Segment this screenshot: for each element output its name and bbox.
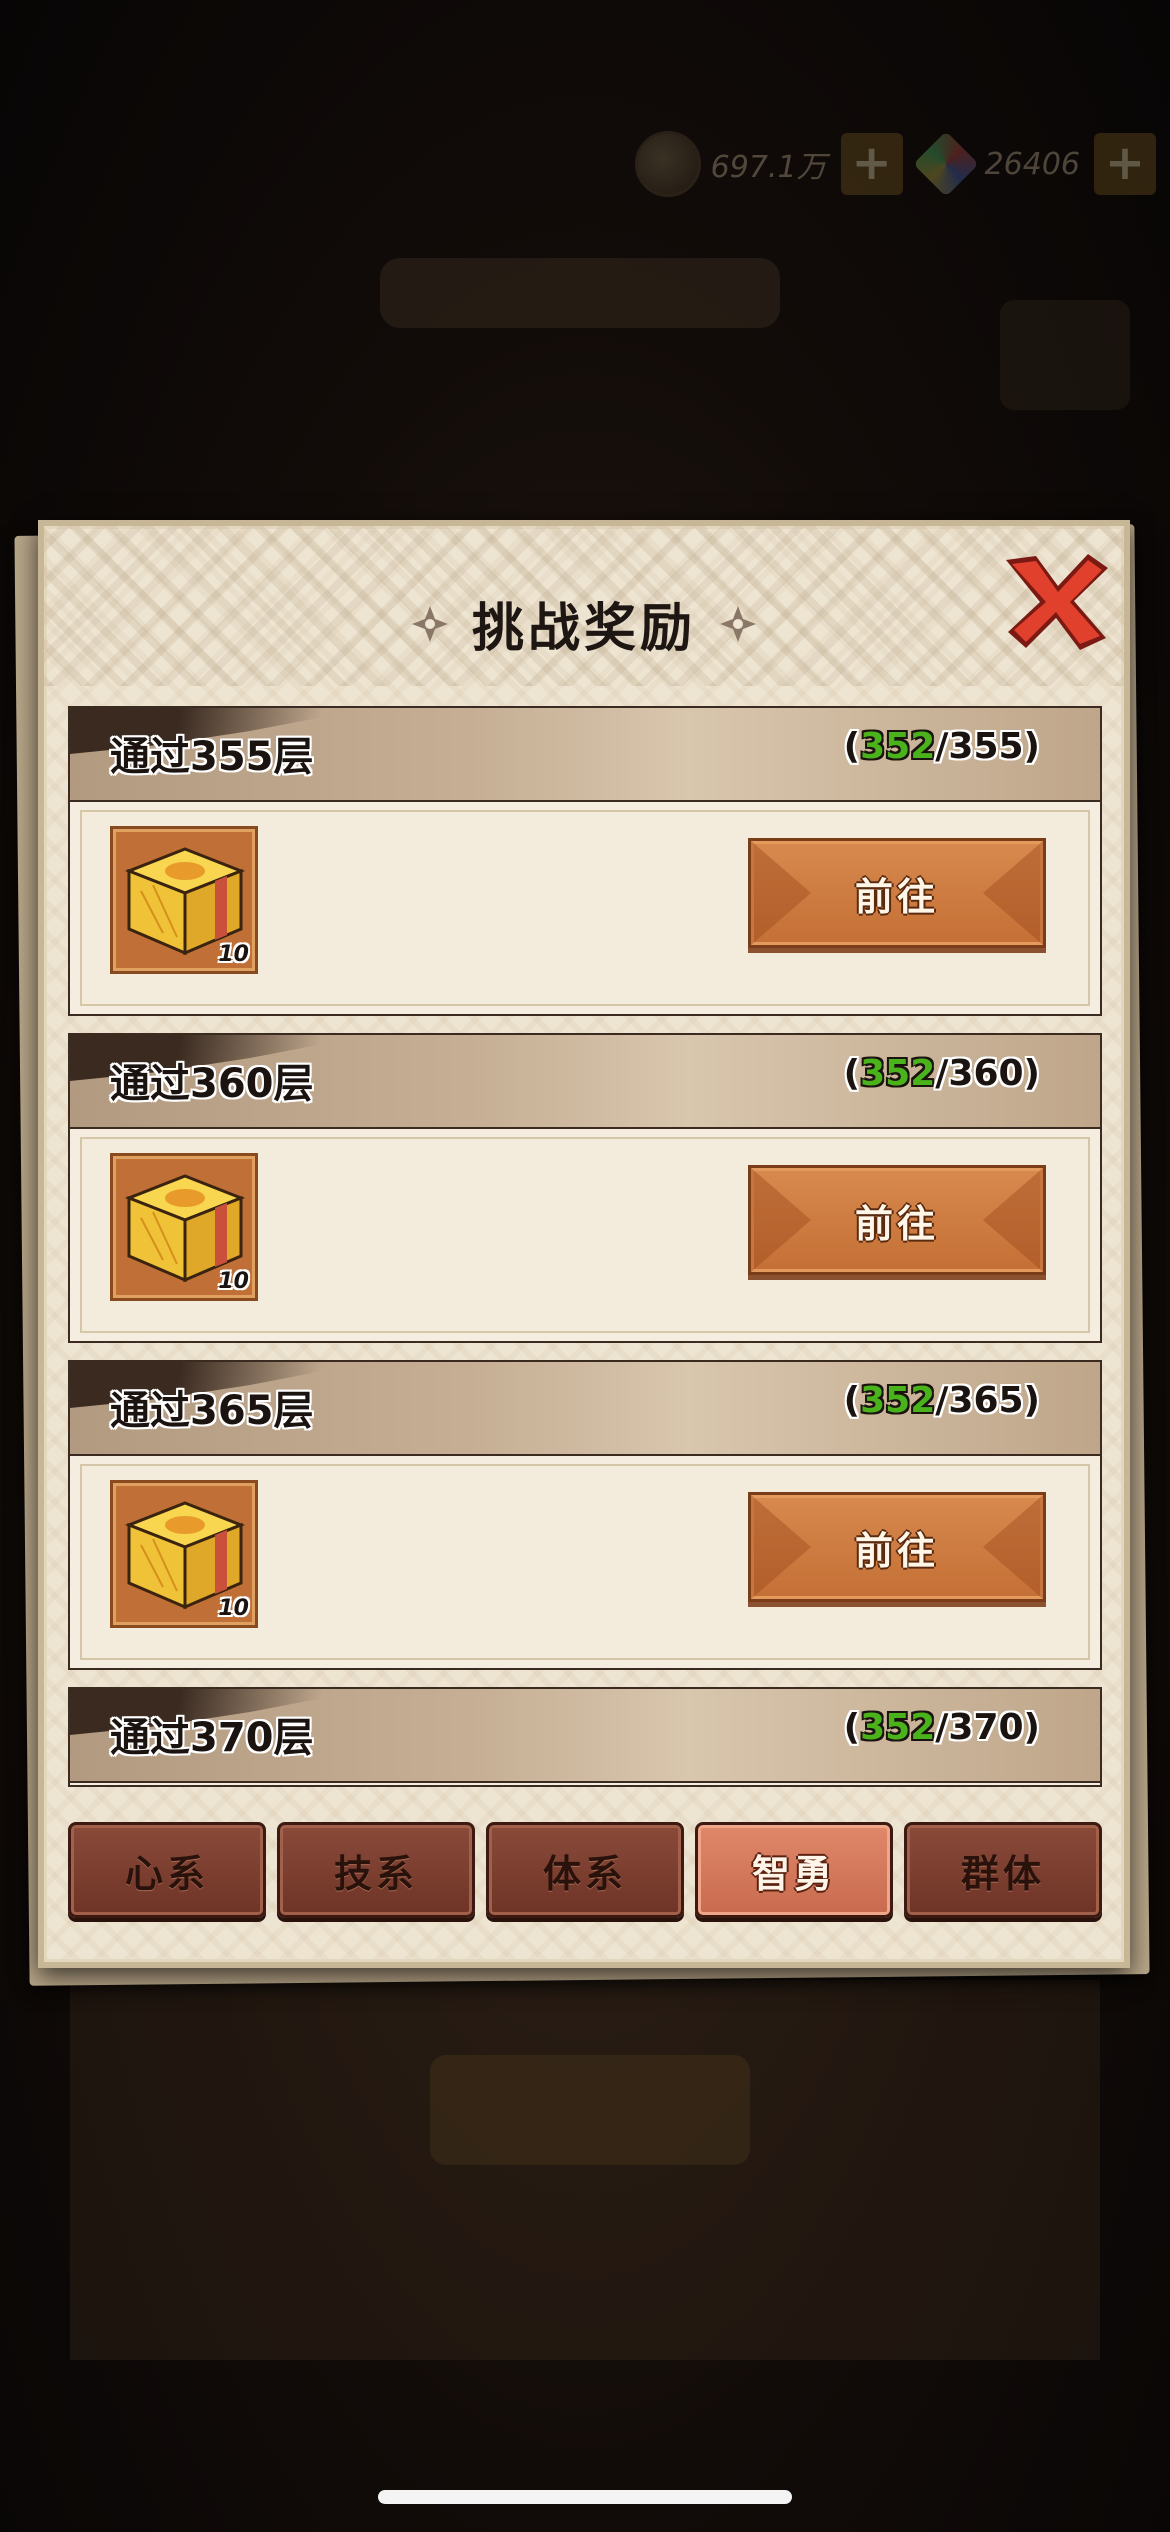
tab-group[interactable]: 群体: [904, 1822, 1102, 1918]
reward-list[interactable]: 通过355层 (352/355) 10 前往 通过360层 (352/360) …: [68, 706, 1102, 1789]
go-button-label: 前往: [854, 874, 939, 919]
reward-card: 通过360层 (352/360) 10 前往: [68, 1033, 1102, 1343]
reward-card-body: 10 前往: [70, 1456, 1100, 1670]
reward-floor-title: 通过370层: [110, 1715, 314, 1761]
gem-icon: [912, 131, 979, 197]
coin-amount: 697.1万: [710, 150, 827, 185]
close-x-icon: [1006, 554, 1108, 650]
go-button[interactable]: 前往: [748, 1492, 1046, 1602]
reward-card: 通过355层 (352/355) 10 前往: [68, 706, 1102, 1016]
tab-body[interactable]: 体系: [486, 1822, 684, 1918]
reward-progress: (352/355): [843, 726, 1040, 767]
reward-card-header: 通过365层 (352/365): [70, 1362, 1100, 1456]
reward-card-body: 10 前往: [70, 1129, 1100, 1343]
reward-floor-title: 通过360层: [110, 1061, 314, 1107]
currency-bar: 697.1万 + 26406 +: [634, 128, 1170, 200]
reward-item-slot[interactable]: 10: [110, 1153, 258, 1301]
reward-item-slot[interactable]: 10: [110, 826, 258, 974]
shuriken-right-icon: [718, 604, 758, 644]
go-button[interactable]: 前往: [748, 1165, 1046, 1275]
tab-wisdom-courage[interactable]: 智勇: [695, 1822, 893, 1918]
item-count: 10: [218, 942, 249, 967]
close-button[interactable]: [996, 546, 1116, 656]
go-button[interactable]: 前往: [748, 838, 1046, 948]
tab-skill[interactable]: 技系: [277, 1822, 475, 1918]
reward-card-header: 通过355层 (352/355): [70, 708, 1100, 802]
tab-label: 群体: [960, 1851, 1045, 1896]
item-count: 10: [218, 1269, 249, 1294]
background-box: [1000, 300, 1130, 410]
dialog-title: 挑战奖励: [471, 599, 696, 659]
reward-card: 通过370层 (352/370): [68, 1687, 1102, 1787]
go-button-label: 前往: [854, 1528, 939, 1573]
add-coins-button[interactable]: +: [840, 133, 903, 195]
tab-label: 技系: [333, 1851, 418, 1896]
background-title: [380, 258, 780, 328]
background-button: [430, 2055, 750, 2165]
tab-label: 心系: [124, 1851, 209, 1896]
reward-card-header: 通过360层 (352/360): [70, 1035, 1100, 1129]
dialog-title-row: 挑战奖励: [44, 586, 1124, 661]
add-gems-button[interactable]: +: [1094, 133, 1156, 195]
reward-progress: (352/365): [843, 1380, 1040, 1421]
home-indicator[interactable]: [378, 2490, 792, 2504]
gem-amount: 26406: [984, 146, 1080, 182]
coin-icon: [634, 131, 701, 197]
go-button-label: 前往: [854, 1201, 939, 1246]
reward-card: 通过365层 (352/365) 10 前往: [68, 1360, 1102, 1670]
reward-floor-title: 通过355层: [110, 734, 314, 780]
tab-heart[interactable]: 心系: [68, 1822, 266, 1918]
screen: 697.1万 + 26406 + 挑战奖励 通过355层 (352/355) 1…: [0, 0, 1170, 2532]
challenge-reward-dialog: 挑战奖励 通过355层 (352/355) 10 前往 通过360层 (352/…: [38, 520, 1130, 1968]
reward-card-body: 10 前往: [70, 802, 1100, 1016]
category-tabs: 心系 技系 体系 智勇 群体: [68, 1822, 1102, 1918]
reward-floor-title: 通过365层: [110, 1388, 314, 1434]
reward-progress: (352/360): [843, 1053, 1040, 1094]
tab-label: 体系: [542, 1851, 627, 1896]
tab-label: 智勇: [751, 1851, 836, 1896]
shuriken-left-icon: [410, 604, 450, 644]
reward-card-header: 通过370层 (352/370): [70, 1689, 1100, 1783]
reward-item-slot[interactable]: 10: [110, 1480, 258, 1628]
item-count: 10: [218, 1596, 249, 1621]
background-panel: [70, 1980, 1100, 2360]
reward-progress: (352/370): [843, 1707, 1040, 1748]
